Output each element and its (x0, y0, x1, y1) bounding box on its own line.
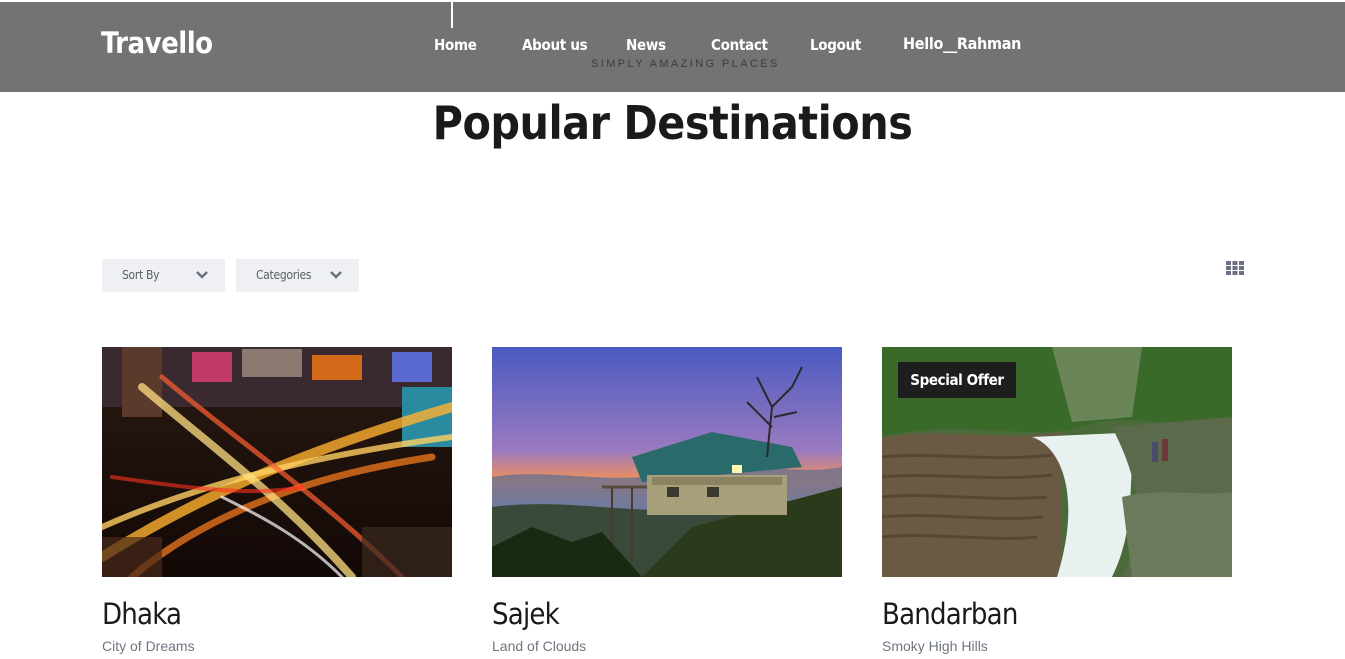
destination-photo-sajek[interactable] (492, 347, 842, 577)
grid-view-icon[interactable] (1226, 261, 1244, 275)
chevron-down-icon (330, 271, 342, 279)
user-greeting[interactable]: Hello__Rahman (903, 34, 1021, 53)
destination-subtitle: Land of Clouds (492, 638, 587, 654)
nav-logout-link[interactable]: Logout (810, 36, 861, 54)
nav-news-link[interactable]: News (626, 36, 666, 54)
page-title: Popular Destinations (432, 96, 913, 150)
destination-photo-bandarban[interactable]: Special Offer (882, 347, 1232, 577)
nav-home-link[interactable]: Home (434, 36, 477, 54)
site-tagline: SIMPLY AMAZING PLACES (591, 58, 780, 70)
categories-dropdown[interactable]: Categories (236, 259, 359, 292)
destination-name[interactable]: Bandarban (882, 597, 1018, 631)
destination-subtitle: Smoky High Hills (882, 638, 988, 654)
destination-name[interactable]: Dhaka (102, 597, 182, 631)
sort-by-dropdown[interactable]: Sort By (102, 259, 225, 292)
nav-contact-link[interactable]: Contact (711, 36, 768, 54)
destination-subtitle: City of Dreams (102, 638, 195, 654)
active-nav-indicator (451, 2, 453, 28)
special-offer-badge: Special Offer (898, 362, 1016, 398)
brand-logo[interactable]: Travello (101, 26, 213, 60)
nav-about-link[interactable]: About us (522, 36, 588, 54)
categories-label: Categories (256, 268, 312, 282)
destination-photo-dhaka[interactable] (102, 347, 452, 577)
destination-name[interactable]: Sajek (492, 597, 560, 631)
site-header: Travello Home About us News Contact Logo… (0, 2, 1345, 92)
chevron-down-icon (196, 271, 208, 279)
sort-by-label: Sort By (122, 268, 160, 282)
